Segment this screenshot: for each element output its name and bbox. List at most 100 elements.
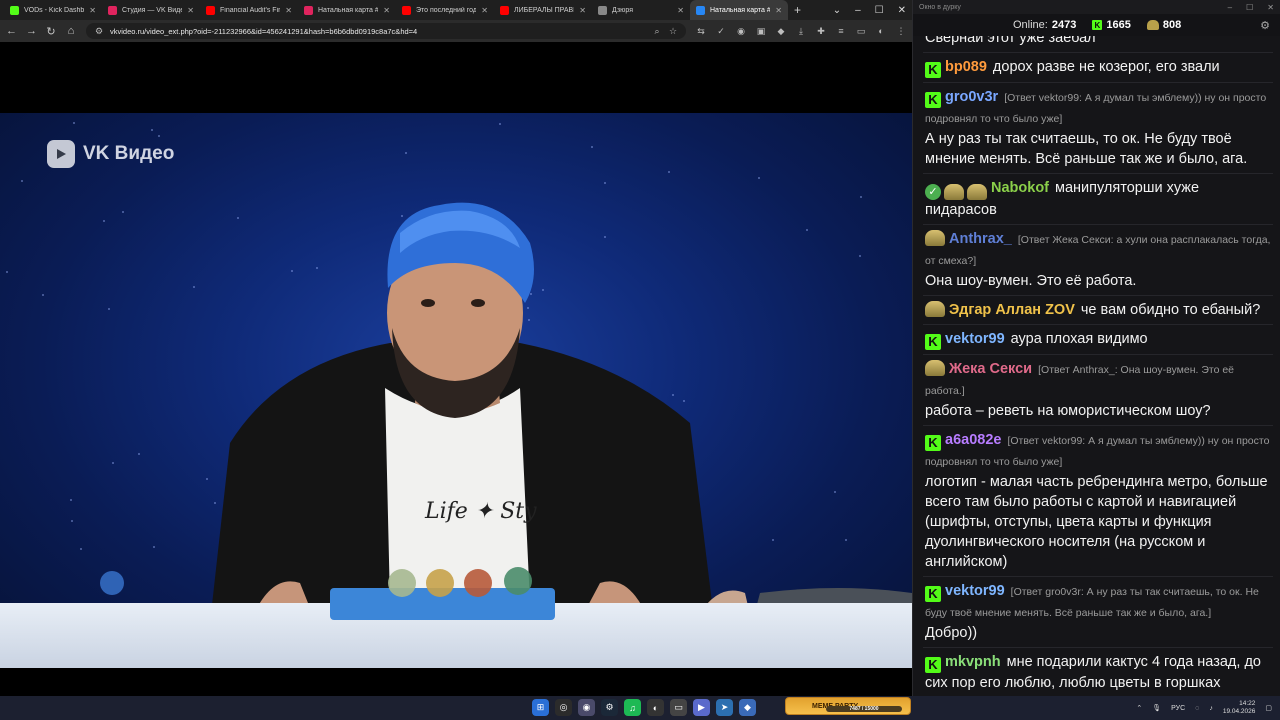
chat-username[interactable]: vektor99 [945, 583, 1005, 599]
extension-icon[interactable]: ▣ [756, 26, 766, 37]
zoom-icon[interactable]: ⌕ [652, 26, 662, 37]
video-frame[interactable]: Life ✦ Sty VK Видео [0, 113, 912, 668]
tab-close-icon[interactable]: ✕ [677, 6, 684, 15]
pepe-badge-icon [944, 184, 964, 200]
chat-username[interactable]: bp089 [945, 59, 987, 75]
verified-badge-icon: ✓ [925, 184, 941, 200]
settings-gear-icon[interactable]: ⚙ [1260, 19, 1270, 32]
language-indicator[interactable]: РУС [1171, 705, 1185, 712]
chat-message[interactable]: Свернай этот уже заебал [923, 36, 1273, 53]
chat-message[interactable]: Kvektor99 аура плохая видимо [923, 325, 1273, 355]
download-icon[interactable]: ⤓ [796, 26, 806, 37]
app-icon[interactable]: ▭ [670, 699, 687, 716]
clock[interactable]: 14:22 19.04.2026 [1223, 700, 1256, 716]
tab-close-icon[interactable]: ✕ [481, 6, 488, 15]
steam-icon[interactable]: ⚙ [601, 699, 618, 716]
vk-video-label: VK Видео [83, 143, 175, 164]
other-viewers: 808 [1146, 19, 1181, 31]
spotify-icon[interactable]: ♫ [624, 699, 641, 716]
chat-username[interactable]: vektor99 [945, 331, 1005, 347]
meme-party-widget[interactable]: MEME PARTY 7487 / 15000 [785, 697, 911, 715]
address-bar[interactable]: ⚙ vkvideo.ru/video_ext.php?oid=-21123296… [86, 23, 686, 39]
telegram-icon[interactable]: ➤ [716, 699, 733, 716]
browser-tab[interactable]: Студия — VK Видео Lite ✕ [102, 0, 200, 20]
profile-icon[interactable]: ◐ [876, 26, 886, 36]
media-control-icon[interactable]: ≡ [836, 26, 846, 36]
close-button[interactable]: ✕ [898, 5, 906, 16]
back-icon[interactable]: ← [6, 25, 17, 37]
discord-icon[interactable]: ◉ [578, 699, 595, 716]
obs-icon[interactable]: ◐ [647, 699, 664, 716]
menu-icon[interactable]: ⋮ [896, 26, 906, 37]
extension-icon[interactable]: ✓ [716, 26, 726, 37]
extensions-puzzle-icon[interactable]: ✚ [816, 26, 826, 37]
split-view-icon[interactable]: ▭ [856, 26, 866, 37]
minimize-button[interactable]: – [855, 5, 861, 16]
chat-message[interactable]: Kgro0v3r [Ответ vektor99: А я думал ты эм… [923, 83, 1273, 174]
chat-message[interactable]: Kvektor99 [Ответ gro0v3r: А ну раз ты так… [923, 577, 1273, 648]
online-label: Online: [1013, 19, 1048, 31]
chat-message[interactable]: Kbp089 дорох разве не козерог, его звали [923, 53, 1273, 83]
tab-close-icon[interactable]: ✕ [383, 6, 390, 15]
notifications-icon[interactable]: ▢ [1265, 704, 1272, 712]
reload-icon[interactable]: ↻ [46, 25, 56, 38]
minimize-button[interactable]: – [1228, 3, 1232, 12]
browser-tab[interactable]: Дзюря ✕ [592, 0, 690, 20]
chat-titlebar: Окно в дурку – ☐ ✕ [913, 0, 1280, 14]
tab-close-icon[interactable]: ✕ [285, 6, 292, 15]
tab-title: VODs - Kick Dashboard [24, 6, 85, 14]
forward-icon[interactable]: → [26, 25, 37, 37]
microphone-icon[interactable]: 🎙 [1152, 704, 1161, 712]
chat-message[interactable]: Kа6а082е [Ответ vektor99: А я думал ты эм… [923, 426, 1273, 577]
chat-message[interactable]: Anthrax_ [Ответ Жека Секси: а хули она ра… [923, 225, 1273, 296]
close-button[interactable]: ✕ [1267, 3, 1274, 12]
browser-window-controls: ⌄ – ☐ ✕ [833, 0, 906, 20]
tab-favicon-icon [402, 5, 411, 15]
url-text[interactable]: vkvideo.ru/video_ext.php?oid=-211232966&… [110, 27, 646, 36]
chat-message-text: дорох разве не козерог, его звали [992, 59, 1220, 75]
bookmark-star-icon[interactable]: ☆ [668, 26, 678, 37]
browser-tab[interactable]: Это последний год Пу ✕ [396, 0, 494, 20]
volume-icon[interactable]: ♪ [1209, 705, 1213, 712]
chat-username[interactable]: Жека Секси [949, 361, 1032, 377]
app-icon[interactable]: ◆ [739, 699, 756, 716]
chat-username[interactable]: Эдгар Аллан ZOV [949, 302, 1075, 318]
tab-close-icon[interactable]: ✕ [89, 6, 96, 15]
video-player[interactable]: Life ✦ Sty VK Видео [0, 42, 912, 696]
chat-username[interactable]: Anthrax_ [949, 231, 1012, 247]
tab-search-icon[interactable]: ⌄ [833, 5, 841, 16]
browser-tab[interactable]: Натальная карта # ✕ [690, 0, 788, 20]
tab-close-icon[interactable]: ✕ [775, 6, 782, 15]
extension-icon[interactable]: ◉ [736, 26, 746, 37]
chat-message-list[interactable]: Свернай этот уже заебал Kbp089 дорох разве… [913, 36, 1280, 696]
chat-username[interactable]: а6а082е [945, 432, 1001, 448]
chrome-icon[interactable]: ◎ [555, 699, 572, 716]
chat-message[interactable]: ✓ Nabokof манипуляторши хуже пидарасов [923, 174, 1273, 225]
chat-message[interactable]: Эдгар Аллан ZOV че вам обидно то ебаный? [923, 296, 1273, 325]
browser-tab[interactable]: ЛИБЕРАЛЫ ПРАВЫ ВС ✕ [494, 0, 592, 20]
extension-icon[interactable]: ⇆ [696, 26, 706, 37]
site-info-icon[interactable]: ⚙ [94, 26, 104, 37]
maximize-button[interactable]: ☐ [1246, 3, 1253, 12]
browser-tab[interactable]: Натальная карта #58 А ✕ [298, 0, 396, 20]
browser-tab[interactable]: VODs - Kick Dashboard ✕ [4, 0, 102, 20]
chat-message[interactable]: Kmkvpnh мне подарили кактус 4 года назад,… [923, 648, 1273, 696]
tray-expand-icon[interactable]: ⌃ [1136, 704, 1142, 712]
tab-title: Financial Audit's First I [220, 6, 281, 14]
app-icon[interactable]: ▶ [693, 699, 710, 716]
windows-start-icon[interactable]: ⊞ [532, 699, 549, 716]
chat-username[interactable]: gro0v3r [945, 89, 998, 105]
new-tab-button[interactable]: + [788, 3, 807, 17]
chat-username[interactable]: mkvpnh [945, 654, 1001, 670]
home-icon[interactable]: ⌂ [66, 25, 76, 37]
network-icon[interactable]: ◌ [1195, 705, 1199, 712]
tab-favicon-icon [500, 5, 509, 15]
chat-message[interactable]: Жека Секси [Ответ Anthrax_: Она шоу-вумен… [923, 355, 1273, 426]
browser-window: VODs - Kick Dashboard✕Студия — VK Видео … [0, 0, 912, 696]
maximize-button[interactable]: ☐ [875, 5, 884, 16]
tab-close-icon[interactable]: ✕ [187, 6, 194, 15]
browser-tab[interactable]: Financial Audit's First I ✕ [200, 0, 298, 20]
extension-icon[interactable]: ◆ [776, 26, 786, 37]
chat-username[interactable]: Nabokof [991, 180, 1049, 196]
tab-close-icon[interactable]: ✕ [579, 6, 586, 15]
